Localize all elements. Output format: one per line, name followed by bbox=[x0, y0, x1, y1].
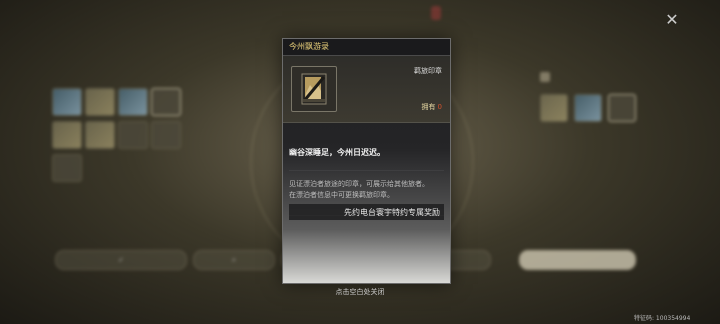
apply-button[interactable] bbox=[519, 250, 636, 270]
confirm-button[interactable]: ✓ bbox=[55, 250, 187, 270]
left-panel bbox=[52, 72, 182, 182]
stamp-slot[interactable] bbox=[52, 88, 82, 116]
stamp-slot[interactable] bbox=[118, 121, 148, 149]
stamp-slot[interactable] bbox=[52, 154, 82, 182]
owned-number: 0 bbox=[437, 103, 442, 111]
notification-gem bbox=[431, 6, 441, 20]
equipped-stamp-slot[interactable] bbox=[540, 94, 568, 122]
stamp-icon bbox=[291, 66, 337, 112]
stamp-slot[interactable] bbox=[118, 88, 148, 116]
flavor-text: 幽谷深睡足，今州日迟迟。 bbox=[289, 147, 444, 171]
checkmark-icon: ✓ bbox=[118, 256, 124, 264]
equipped-stamps bbox=[540, 94, 660, 122]
close-icon[interactable]: ✕ bbox=[662, 10, 682, 30]
item-type-label: 羁旅印章 bbox=[414, 67, 442, 75]
right-panel-tag bbox=[540, 72, 550, 82]
right-panel bbox=[540, 72, 660, 122]
close-hint: 点击空白处关闭 bbox=[335, 288, 385, 296]
search-icon: ⌕ bbox=[232, 255, 236, 264]
stamp-grid bbox=[52, 88, 182, 182]
stamp-slot[interactable] bbox=[85, 88, 115, 116]
description-line: 见证漂泊者旅途的印章，可展示给其他旅者。 bbox=[289, 180, 429, 188]
equipped-stamp-slot[interactable] bbox=[574, 94, 602, 122]
item-source: 先约电台寰宇特约专属奖励 bbox=[289, 204, 444, 220]
owned-count: 拥有 0 bbox=[422, 102, 442, 112]
description-line: 在漂泊者信息中可更换羁旅印章。 bbox=[289, 191, 394, 199]
stamp-slot[interactable] bbox=[151, 88, 181, 116]
stamp-slot[interactable] bbox=[52, 121, 82, 149]
stamp-slot[interactable] bbox=[85, 121, 115, 149]
search-button[interactable]: ⌕ bbox=[193, 250, 275, 270]
owned-label: 拥有 bbox=[421, 103, 436, 111]
player-uid: 特征码: 100354994 bbox=[634, 315, 691, 322]
item-description: 见证漂泊者旅途的印章，可展示给其他旅者。 在漂泊者信息中可更换羁旅印章。 bbox=[289, 179, 444, 201]
item-detail-dialog: 今州飘游录 羁旅印章 拥有 0 幽谷深睡足，今州日迟迟。 见证漂泊者旅途的印章，可… bbox=[282, 38, 451, 284]
dialog-header: 今州飘游录 bbox=[283, 39, 450, 56]
equipped-stamp-slot[interactable] bbox=[608, 94, 636, 122]
item-summary: 羁旅印章 拥有 0 bbox=[283, 56, 450, 123]
stamp-slot[interactable] bbox=[151, 121, 181, 149]
